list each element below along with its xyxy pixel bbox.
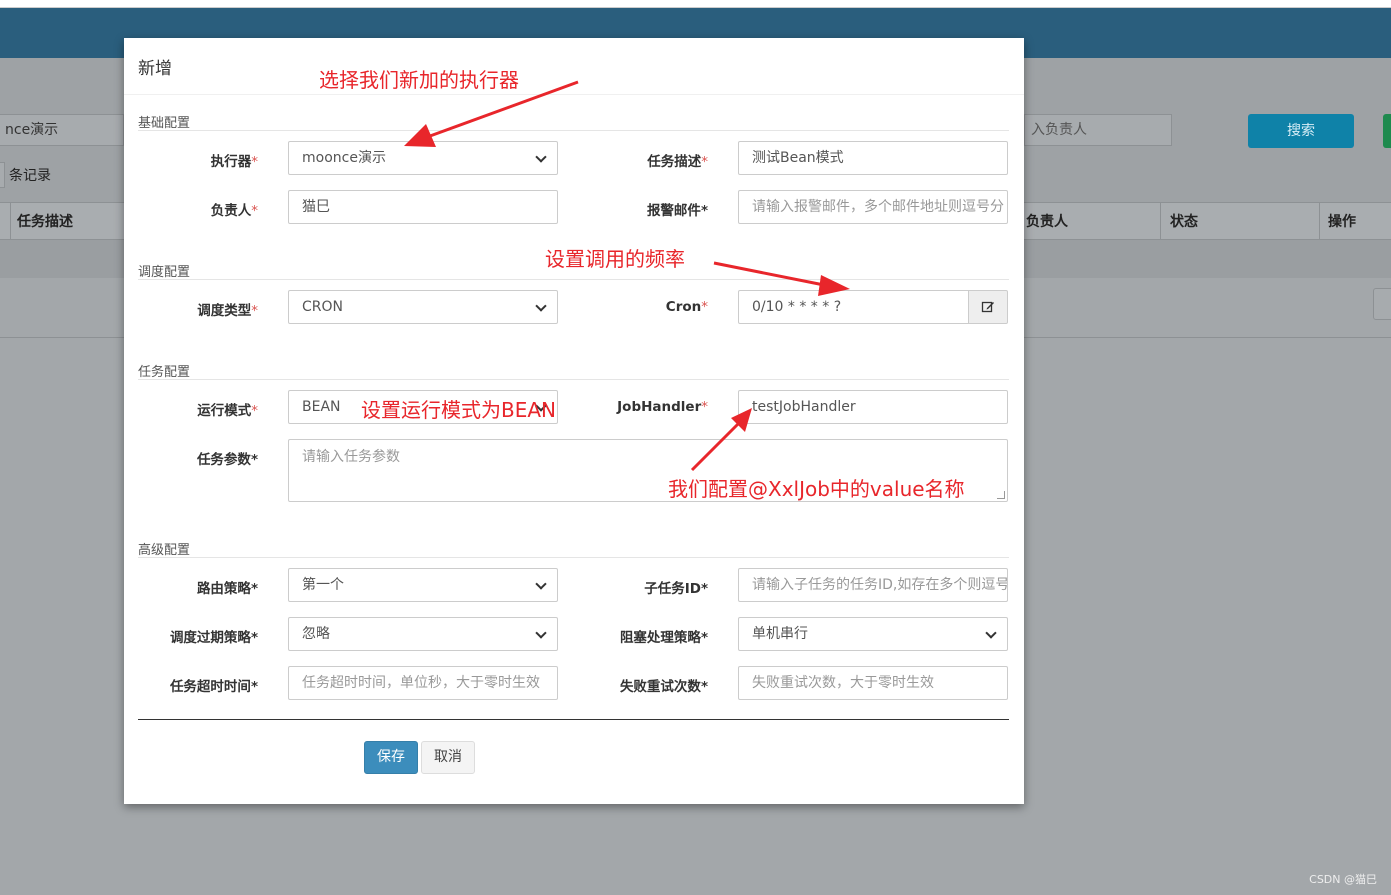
fail-retry-input[interactable]: 失败重试次数，大于零时生效 (738, 666, 1008, 700)
cancel-button[interactable]: 取消 (421, 741, 475, 774)
resize-grip-icon[interactable] (997, 491, 1005, 499)
job-handler-label: JobHandler* (617, 399, 708, 415)
section-schedule-label: 调度配置 (138, 265, 191, 280)
author-input[interactable]: 猫巳 (288, 190, 558, 224)
modal-header-divider (124, 94, 1024, 95)
edit-icon (981, 301, 994, 313)
operation-button[interactable] (1373, 288, 1391, 320)
browser-top-strip (0, 0, 1391, 8)
executor-select[interactable]: moonce演示 (288, 141, 558, 175)
schedule-type-label: 调度类型* (197, 303, 258, 319)
job-desc-input[interactable]: 测试Bean模式 (738, 141, 1008, 175)
section-divider (138, 279, 1009, 280)
column-author[interactable]: 负责人 (1026, 203, 1068, 241)
column-job-desc[interactable]: 任务描述 (17, 203, 73, 241)
modal-footer-divider (138, 719, 1009, 720)
column-separator (1160, 203, 1161, 241)
page-size-select[interactable] (0, 162, 5, 188)
alarm-email-input[interactable]: 请输入报警邮件，多个邮件地址则逗号分 (738, 190, 1008, 224)
section-divider (138, 557, 1009, 558)
alarm-email-label: 报警邮件* (646, 203, 708, 219)
job-param-placeholder: 请输入任务参数 (302, 449, 400, 465)
cron-label: Cron* (665, 299, 708, 315)
job-handler-input[interactable]: testJobHandler (738, 390, 1008, 424)
block-strategy-select[interactable]: 单机串行 (738, 617, 1008, 651)
watermark: CSDN @猫巳 (1309, 873, 1377, 886)
section-task-label: 任务配置 (138, 365, 191, 380)
annotation-mode-note: 设置运行模式为BEAN (361, 398, 556, 422)
job-desc-label: 任务描述* (647, 154, 708, 170)
block-strategy-label: 阻塞处理策略* (619, 630, 708, 646)
section-divider (138, 379, 1009, 380)
route-strategy-select[interactable]: 第一个 (288, 568, 558, 602)
annotation-handler-note: 我们配置@XxlJob中的value名称 (668, 477, 965, 501)
section-advanced-label: 高级配置 (138, 543, 191, 558)
section-divider (138, 130, 1009, 131)
save-button[interactable]: 保存 (364, 741, 418, 774)
author-label: 负责人* (210, 203, 258, 219)
column-status[interactable]: 状态 (1170, 203, 1198, 241)
column-separator (10, 203, 11, 241)
cron-edit-button[interactable] (968, 290, 1008, 324)
page-size-control: 条记录 (0, 160, 51, 190)
timeout-label: 任务超时时间* (169, 679, 258, 695)
add-button[interactable] (1383, 114, 1391, 148)
child-job-id-label: 子任务ID* (644, 581, 708, 597)
add-job-modal: 新增 基础配置 执行器* moonce演示 任务描述* 测试Bean模式 负责人… (124, 38, 1024, 804)
glue-type-label: 运行模式* (197, 403, 258, 419)
modal-title: 新增 (138, 59, 172, 79)
annotation-executor-note: 选择我们新加的执行器 (319, 68, 519, 92)
timeout-input[interactable]: 任务超时时间，单位秒，大于零时生效 (288, 666, 558, 700)
misfire-strategy-select[interactable]: 忽略 (288, 617, 558, 651)
misfire-strategy-label: 调度过期策略* (169, 630, 258, 646)
executor-filter-select[interactable]: nce演示 (0, 114, 124, 146)
column-operation[interactable]: 操作 (1328, 203, 1356, 241)
search-button[interactable]: 搜索 (1248, 114, 1354, 148)
schedule-type-select[interactable]: CRON (288, 290, 558, 324)
fail-retry-label: 失败重试次数* (619, 679, 708, 695)
job-param-label: 任务参数* (196, 452, 258, 468)
child-job-id-input[interactable]: 请输入子任务的任务ID,如存在多个则逗号分隔 (738, 568, 1008, 602)
executor-label: 执行器* (210, 154, 258, 170)
records-label: 条记录 (9, 168, 51, 184)
column-separator (1319, 203, 1320, 241)
section-basic-label: 基础配置 (138, 116, 191, 131)
cron-input[interactable]: 0/10 * * * * ? (738, 290, 969, 324)
owner-filter-input[interactable]: 入负责人 (1024, 114, 1172, 146)
annotation-cron-note: 设置调用的频率 (545, 247, 685, 271)
route-strategy-label: 路由策略* (196, 581, 258, 597)
